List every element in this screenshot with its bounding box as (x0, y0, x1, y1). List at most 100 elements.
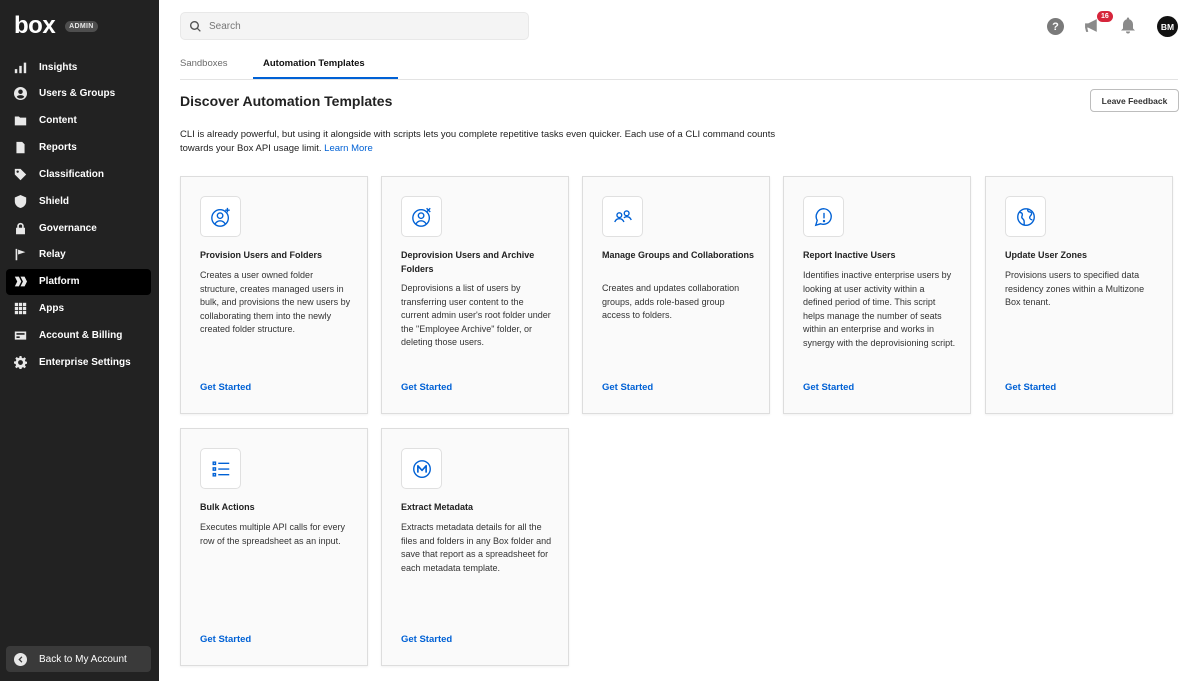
sidebar: box ADMIN Insights Users & Groups Conten… (0, 0, 159, 681)
report-icon (14, 141, 27, 154)
sidebar-item-content[interactable]: Content (6, 108, 151, 134)
active-tab-indicator (253, 77, 398, 79)
template-card-extract-metadata: Extract Metadata Extracts metadata detai… (381, 428, 569, 666)
card-description: Identifies inactive enterprise users by … (803, 270, 956, 348)
get-started-link[interactable]: Get Started (200, 382, 251, 393)
card-description: Creates and updates collaboration groups… (602, 283, 740, 320)
sidebar-item-account-billing[interactable]: Account & Billing (6, 322, 151, 348)
avatar[interactable]: BM (1157, 16, 1178, 37)
page-title: Discover Automation Templates (180, 93, 393, 109)
get-started-link[interactable]: Get Started (1005, 382, 1056, 393)
sidebar-item-label: Account & Billing (39, 329, 123, 341)
back-arrow-icon (14, 652, 27, 666)
sidebar-item-label: Insights (39, 61, 78, 73)
sidebar-item-enterprise-settings[interactable]: Enterprise Settings (6, 349, 151, 375)
globe-icon (1005, 196, 1046, 237)
card-title: Extract Metadata (401, 502, 474, 512)
sidebar-item-label: Reports (39, 142, 77, 154)
get-started-link[interactable]: Get Started (602, 382, 653, 393)
relay-icon (14, 248, 27, 261)
template-card-deprovision-users: Deprovision Users and Archive Folders De… (381, 176, 569, 414)
search-input[interactable] (209, 20, 509, 32)
platform-icon (14, 275, 27, 288)
card-title: Report Inactive Users (803, 250, 896, 260)
get-started-link[interactable]: Get Started (803, 382, 854, 393)
card-description: Creates a user owned folder structure, c… (200, 270, 351, 334)
sidebar-item-label: Content (39, 115, 77, 127)
bar-chart-icon (14, 61, 27, 74)
card-title: Update User Zones (1005, 250, 1088, 260)
back-label: Back to My Account (39, 653, 127, 665)
tab-automation-templates[interactable]: Automation Templates (253, 58, 398, 80)
help-icon[interactable]: ? (1047, 18, 1064, 35)
user-remove-icon (401, 196, 442, 237)
learn-more-link[interactable]: Learn More (324, 143, 373, 154)
billing-icon (14, 329, 27, 342)
user-add-icon (200, 196, 241, 237)
gear-icon (14, 355, 27, 369)
sidebar-item-apps[interactable]: Apps (6, 296, 151, 322)
bell-icon (1121, 17, 1135, 34)
get-started-link[interactable]: Get Started (401, 382, 452, 393)
notification-count-badge: 16 (1097, 11, 1113, 22)
sidebar-item-relay[interactable]: Relay (6, 242, 151, 268)
search-bar[interactable] (180, 12, 529, 40)
card-title: Bulk Actions (200, 502, 255, 512)
sidebar-item-label: Governance (39, 222, 97, 234)
sidebar-item-shield[interactable]: Shield (6, 188, 151, 214)
intro-text: CLI is already powerful, but using it al… (180, 128, 780, 156)
intro-body: CLI is already powerful, but using it al… (180, 129, 776, 154)
sidebar-item-label: Shield (39, 195, 70, 207)
search-icon (190, 20, 201, 32)
sidebar-item-governance[interactable]: Governance (6, 215, 151, 241)
template-card-update-user-zones: Update User Zones Provisions users to sp… (985, 176, 1173, 414)
card-description: Extracts metadata details for all the fi… (401, 522, 552, 573)
sidebar-item-users-groups[interactable]: Users & Groups (6, 81, 151, 107)
tab-bar: Sandboxes Automation Templates (180, 58, 1178, 80)
get-started-link[interactable]: Get Started (200, 634, 251, 645)
brand: box ADMIN (14, 14, 98, 38)
metadata-icon (401, 448, 442, 489)
apps-grid-icon (14, 302, 27, 315)
admin-badge: ADMIN (65, 20, 98, 32)
group-icon (602, 196, 643, 237)
sidebar-item-classification[interactable]: Classification (6, 161, 151, 187)
list-icon (200, 448, 241, 489)
sidebar-item-label: Classification (39, 168, 105, 180)
leave-feedback-button[interactable]: Leave Feedback (1090, 89, 1179, 112)
folder-icon (14, 114, 27, 127)
back-to-account-button[interactable]: Back to My Account (6, 646, 151, 672)
sidebar-item-label: Users & Groups (39, 88, 116, 100)
template-card-manage-groups: Manage Groups and Collaborations Creates… (582, 176, 770, 414)
app-root: box ADMIN Insights Users & Groups Conten… (0, 0, 1200, 681)
tab-sandboxes[interactable]: Sandboxes (180, 58, 228, 80)
user-circle-icon (14, 87, 27, 101)
get-started-link[interactable]: Get Started (401, 634, 452, 645)
shield-icon (14, 194, 27, 208)
sidebar-item-reports[interactable]: Reports (6, 135, 151, 161)
sidebar-nav: Insights Users & Groups Content Reports … (6, 54, 151, 376)
card-title: Manage Groups and Collaborations (602, 250, 755, 260)
card-description: Deprovisions a list of users by transfer… (401, 283, 551, 347)
sidebar-item-label: Enterprise Settings (39, 356, 131, 368)
template-card-bulk-actions: Bulk Actions Executes multiple API calls… (180, 428, 368, 666)
tab-label: Sandboxes (180, 58, 228, 69)
card-title: Deprovision Users and Archive Folders (401, 250, 535, 274)
alert-bubble-icon (803, 196, 844, 237)
tab-label: Automation Templates (263, 58, 365, 69)
template-card-provision-users: Provision Users and Folders Creates a us… (180, 176, 368, 414)
bell-button[interactable] (1120, 17, 1137, 34)
sidebar-item-platform[interactable]: Platform (6, 268, 151, 295)
box-logo[interactable]: box (14, 14, 56, 38)
notifications-button[interactable]: 16 (1084, 11, 1113, 35)
sidebar-item-label: Relay (39, 249, 66, 261)
card-title: Provision Users and Folders (200, 250, 323, 260)
sidebar-item-label: Platform (39, 276, 80, 288)
lock-icon (14, 222, 27, 235)
sidebar-item-insights[interactable]: Insights (6, 54, 151, 80)
sidebar-item-label: Apps (39, 303, 64, 315)
template-card-report-inactive-users: Report Inactive Users Identifies inactiv… (783, 176, 971, 414)
card-description: Executes multiple API calls for every ro… (200, 522, 346, 546)
card-description: Provisions users to specified data resid… (1005, 270, 1145, 307)
tag-icon (14, 168, 27, 181)
